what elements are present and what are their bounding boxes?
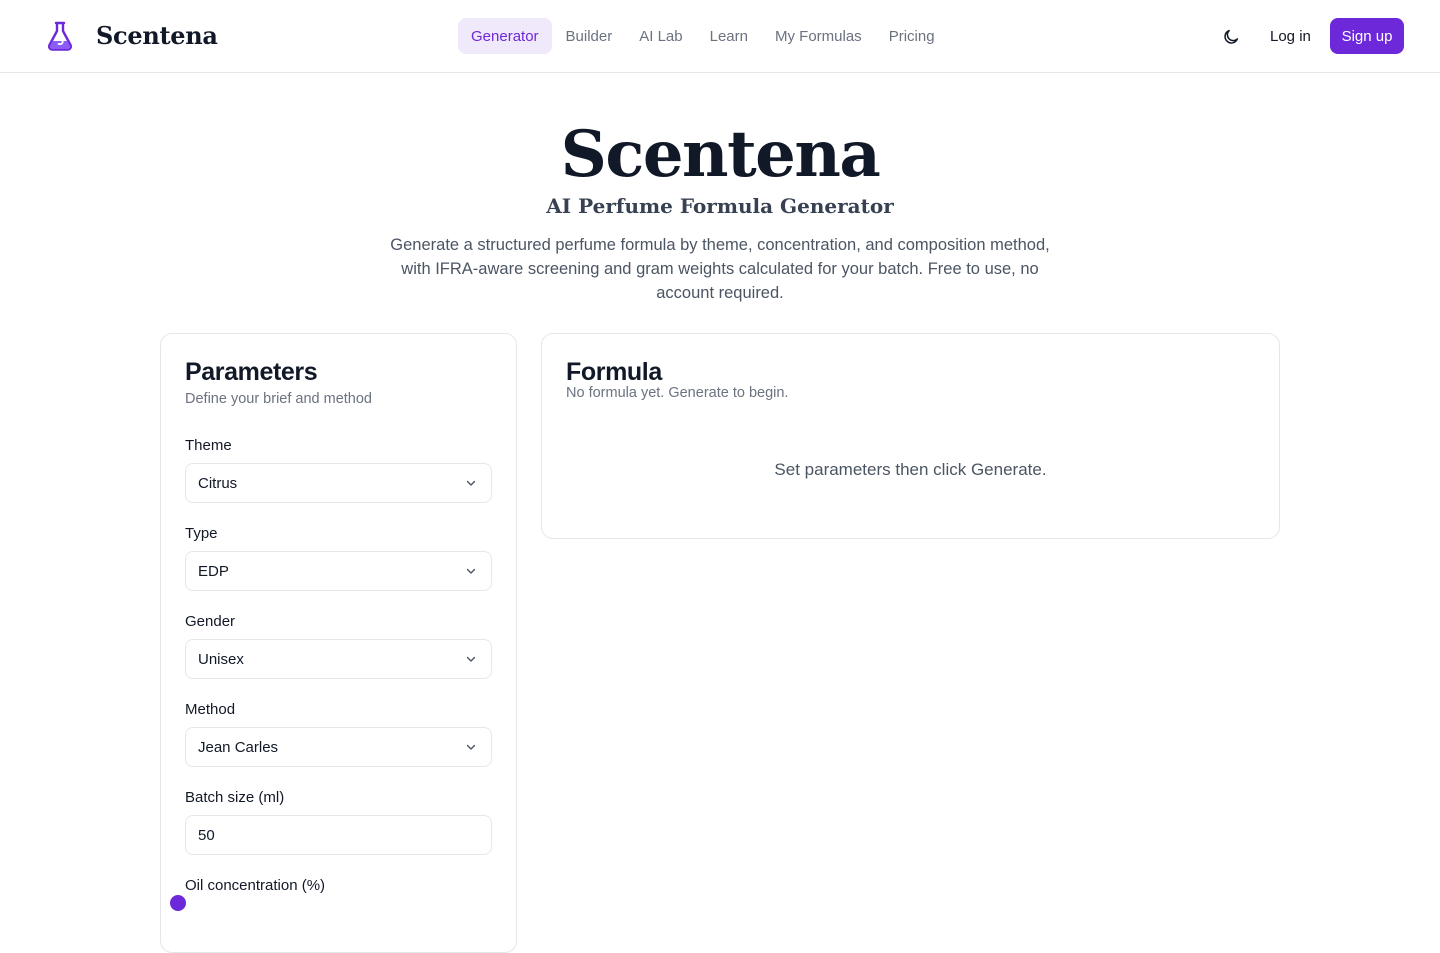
theme-toggle-button[interactable]	[1218, 24, 1244, 50]
nav-item-builder[interactable]: Builder	[553, 18, 626, 54]
theme-label: Theme	[185, 437, 232, 454]
flask-icon	[47, 21, 73, 51]
nav-item-pricing[interactable]: Pricing	[876, 18, 948, 54]
method-field: Method Jean Carles	[185, 701, 492, 767]
method-select-value: Jean Carles	[198, 738, 279, 756]
chevron-down-icon	[466, 656, 476, 662]
nav-item-ai-lab[interactable]: AI Lab	[626, 18, 695, 54]
formula-card: Formula No formula yet. Generate to begi…	[541, 333, 1280, 539]
oil-concentration-field: Oil concentration (%)	[185, 877, 492, 895]
parameters-card: Parameters Define your brief and method …	[160, 333, 517, 953]
formula-title: Formula	[566, 358, 662, 386]
batch-size-label: Batch size (ml)	[185, 789, 285, 806]
hero-section: Scentena AI Perfume Formula Generator Ge…	[0, 115, 1440, 305]
type-field: Type EDP	[185, 525, 492, 591]
oil-concentration-slider-thumb[interactable]	[170, 895, 186, 911]
page-subtitle: AI Perfume Formula Generator	[546, 194, 894, 218]
brand-logo-link[interactable]: Scentena	[46, 20, 218, 52]
theme-field: Theme Citrus	[185, 437, 492, 503]
chevron-down-icon	[466, 568, 476, 574]
method-label: Method	[185, 701, 236, 718]
parameters-title: Parameters	[185, 358, 318, 386]
nav-item-generator[interactable]: Generator	[458, 18, 552, 54]
chevron-down-icon	[466, 480, 476, 486]
formula-subtitle: No formula yet. Generate to begin.	[566, 385, 789, 401]
gender-label: Gender	[185, 613, 236, 630]
oil-concentration-label: Oil concentration (%)	[185, 877, 326, 894]
login-link[interactable]: Log in	[1264, 18, 1317, 54]
method-select[interactable]: Jean Carles	[185, 727, 492, 767]
formula-empty-message: Set parameters then click Generate.	[774, 460, 1047, 479]
brand-name: Scentena	[96, 21, 218, 50]
type-select[interactable]: EDP	[185, 551, 492, 591]
theme-select-value: Citrus	[198, 474, 238, 492]
batch-size-input[interactable]: 50	[185, 815, 492, 855]
type-select-value: EDP	[198, 562, 229, 580]
batch-size-value: 50	[198, 826, 215, 844]
page-description: Generate a structured perfume formula by…	[390, 236, 1050, 302]
main-nav: Generator Builder AI Lab Learn My Formul…	[458, 18, 949, 54]
type-label: Type	[185, 525, 218, 542]
nav-item-my-formulas[interactable]: My Formulas	[762, 18, 875, 54]
nav-item-learn[interactable]: Learn	[697, 18, 761, 54]
theme-select[interactable]: Citrus	[185, 463, 492, 503]
parameters-subtitle: Define your brief and method	[185, 391, 372, 407]
signup-button[interactable]: Sign up	[1330, 18, 1404, 54]
page-title: Scentena	[560, 117, 881, 192]
top-navbar: Scentena Generator Builder AI Lab Learn …	[0, 0, 1440, 73]
batch-size-field: Batch size (ml) 50	[185, 789, 492, 855]
moon-icon	[1224, 29, 1239, 44]
gender-select[interactable]: Unisex	[185, 639, 492, 679]
chevron-down-icon	[466, 744, 476, 750]
gender-field: Gender Unisex	[185, 613, 492, 679]
gender-select-value: Unisex	[198, 650, 244, 668]
